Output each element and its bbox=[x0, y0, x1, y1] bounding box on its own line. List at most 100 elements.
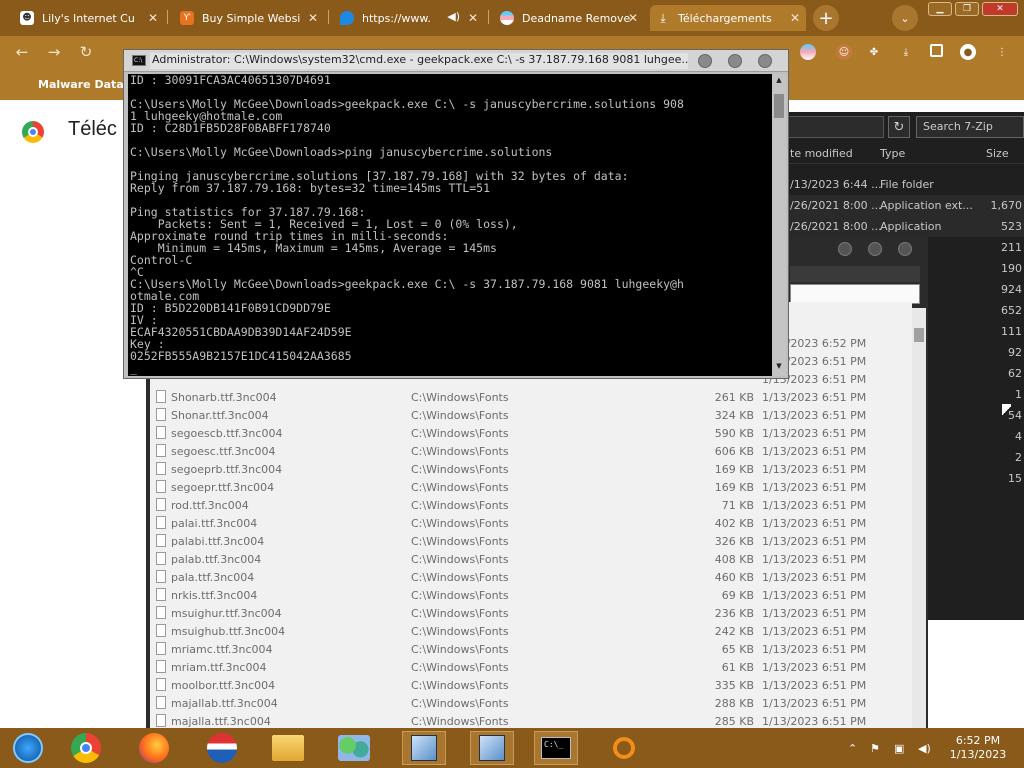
search-field[interactable]: Search 7-Zip bbox=[916, 116, 1024, 138]
network-people-icon[interactable] bbox=[332, 731, 376, 765]
tab-search-button[interactable]: ⌄ bbox=[892, 5, 918, 31]
date-cell: 1/13/2023 6:51 PM bbox=[762, 481, 867, 494]
installer-icon[interactable] bbox=[402, 731, 446, 765]
file-icon bbox=[156, 534, 166, 547]
address-bar[interactable] bbox=[790, 266, 920, 282]
col-type[interactable]: Type bbox=[880, 147, 905, 160]
file-row[interactable]: palabi.ttf.3nc004 C:\Windows\Fonts 326 KB 1… bbox=[150, 532, 912, 550]
close-button[interactable] bbox=[898, 242, 912, 256]
close-icon[interactable]: ✕ bbox=[148, 11, 158, 25]
forward-button[interactable]: → bbox=[44, 42, 64, 62]
file-row[interactable]: segoesc.ttf.3nc004 C:\Windows\Fonts 606 KB… bbox=[150, 442, 912, 460]
file-row[interactable]: segoepr.ttf.3nc004 C:\Windows\Fonts 169 KB… bbox=[150, 478, 912, 496]
cmd-icon[interactable]: C:\_ bbox=[534, 731, 578, 765]
file-row[interactable]: Shonar.ttf.3nc004 C:\Windows\Fonts 324 KB 1… bbox=[150, 406, 912, 424]
window-title: Administrator: C:\Windows\system32\cmd.e… bbox=[150, 53, 688, 69]
console-output[interactable]: ID : 30091FCA3AC40651307D4691 C:\Users\Mo… bbox=[128, 74, 772, 376]
search-input[interactable] bbox=[790, 284, 920, 304]
col-size[interactable]: Size bbox=[986, 147, 1009, 160]
file-row[interactable]: majallab.ttf.3nc004 C:\Windows\Fonts 288 K… bbox=[150, 694, 912, 712]
file-icon bbox=[156, 516, 166, 529]
close-button[interactable] bbox=[758, 54, 772, 68]
tab-0[interactable]: ☻ Lily's Internet Cu ✕ bbox=[14, 5, 164, 31]
file-row[interactable]: segoescb.ttf.3nc004 C:\Windows\Fonts 590 K… bbox=[150, 424, 912, 442]
date-cell: 1/13/2023 6:51 PM bbox=[762, 661, 867, 674]
col-modified[interactable]: te modified bbox=[790, 147, 853, 160]
minimize-button[interactable]: ▁ bbox=[928, 2, 952, 16]
download-icon[interactable]: ⤓ bbox=[898, 44, 914, 60]
tab-4[interactable]: ⤓ Téléchargements ✕ bbox=[650, 5, 806, 31]
back-button[interactable]: ← bbox=[12, 42, 32, 62]
system-clock[interactable]: 6:52 PM 1/13/2023 bbox=[948, 734, 1008, 762]
new-tab-button[interactable]: + bbox=[813, 5, 839, 31]
close-window-button[interactable]: ✕ bbox=[982, 2, 1018, 16]
file-row[interactable]: nrkis.ttf.3nc004 C:\Windows\Fonts 69 KB 1/1… bbox=[150, 586, 912, 604]
size-cell: 606 KB bbox=[714, 445, 754, 458]
console-line: ID : B5D220DB141F0B91CD9DD79E bbox=[130, 301, 331, 315]
tab-title: Buy Simple Websi bbox=[202, 11, 301, 25]
date-cell: 1/13/2023 6:51 PM bbox=[762, 571, 867, 584]
extensions-icon[interactable]: ✤ bbox=[866, 44, 882, 60]
file-row[interactable]: /13/2023 6:44 ... File folder bbox=[780, 174, 1024, 195]
name-cell: Shonar.ttf.3nc004 bbox=[171, 409, 269, 422]
close-icon[interactable]: ✕ bbox=[628, 11, 638, 25]
explorer-folder-icon[interactable] bbox=[266, 731, 310, 765]
menu-icon[interactable]: ⋮ bbox=[994, 44, 1010, 60]
window-titlebar[interactable]: C:\ Administrator: C:\Windows\system32\c… bbox=[124, 50, 788, 72]
close-icon[interactable]: ✕ bbox=[468, 11, 478, 25]
sidebar-icon[interactable] bbox=[930, 44, 943, 57]
file-row[interactable]: palab.ttf.3nc004 C:\Windows\Fonts 408 KB 1/… bbox=[150, 550, 912, 568]
scroll-down-icon[interactable]: ▼ bbox=[774, 362, 784, 374]
media-center-icon[interactable] bbox=[6, 731, 50, 765]
file-row[interactable]: pala.ttf.3nc004 C:\Windows\Fonts 460 KB 1/1… bbox=[150, 568, 912, 586]
tab-2[interactable]: https://www. ◀) ✕ bbox=[334, 5, 484, 31]
magnifier-icon[interactable] bbox=[602, 731, 646, 765]
close-icon[interactable]: ✕ bbox=[790, 11, 800, 25]
file-row[interactable]: palai.ttf.3nc004 C:\Windows\Fonts 402 KB 1/… bbox=[150, 514, 912, 532]
avatar[interactable]: ☺ bbox=[836, 44, 852, 60]
trans-flag-icon[interactable] bbox=[800, 44, 816, 60]
file-row[interactable]: msuighur.ttf.3nc004 C:\Windows\Fonts 236 K… bbox=[150, 604, 912, 622]
type-cell: Application ext... bbox=[880, 199, 973, 212]
scrollbar[interactable] bbox=[912, 308, 926, 732]
speaker-icon[interactable]: ◀) bbox=[447, 10, 460, 23]
scroll-up-icon[interactable]: ▲ bbox=[774, 76, 784, 88]
date-cell: 1/13/2023 6:51 PM bbox=[762, 499, 867, 512]
file-row[interactable]: /26/2021 8:00 ... Application 523 bbox=[780, 216, 1024, 237]
msn-icon[interactable] bbox=[200, 731, 244, 765]
volume-icon[interactable]: ◀) bbox=[918, 742, 931, 755]
close-icon[interactable]: ✕ bbox=[308, 11, 318, 25]
tab-3[interactable]: Deadname Remove ✕ bbox=[494, 5, 644, 31]
file-row[interactable]: segoeprb.ttf.3nc004 C:\Windows\Fonts 169 K… bbox=[150, 460, 912, 478]
address-bar[interactable] bbox=[780, 116, 884, 138]
file-row[interactable]: msuighub.ttf.3nc004 C:\Windows\Fonts 242 K… bbox=[150, 622, 912, 640]
refresh-icon[interactable]: ↻ bbox=[888, 116, 910, 138]
file-row[interactable]: /26/2021 8:00 ... Application ext... 1,670 bbox=[780, 195, 1024, 216]
date-cell: 1/13/2023 6:51 PM bbox=[762, 589, 867, 602]
tab-1[interactable]: Ƴ Buy Simple Websi ✕ bbox=[174, 5, 324, 31]
chrome-icon[interactable] bbox=[64, 731, 108, 765]
name-cell: mriamc.ttf.3nc004 bbox=[171, 643, 273, 656]
file-row[interactable]: moolbor.ttf.3nc004 C:\Windows\Fonts 335 KB… bbox=[150, 676, 912, 694]
maximize-button[interactable] bbox=[868, 242, 882, 256]
scrollbar[interactable]: ▲ ▼ bbox=[772, 74, 786, 376]
minimize-button[interactable] bbox=[698, 54, 712, 68]
file-row[interactable]: rod.ttf.3nc004 C:\Windows\Fonts 71 KB 1/13/… bbox=[150, 496, 912, 514]
date-cell: 1/13/2023 6:51 PM bbox=[762, 715, 867, 728]
minimize-button[interactable] bbox=[838, 242, 852, 256]
scroll-thumb[interactable] bbox=[774, 94, 784, 118]
reload-button[interactable]: ↻ bbox=[76, 42, 96, 62]
profile-icon[interactable]: ● bbox=[960, 44, 976, 60]
installer-icon[interactable] bbox=[470, 731, 514, 765]
size-cell: 2 bbox=[1015, 451, 1022, 464]
flag-icon[interactable]: ⚑ bbox=[870, 742, 880, 755]
date-cell: 1/13/2023 6:51 PM bbox=[762, 697, 867, 710]
file-row[interactable]: mriamc.ttf.3nc004 C:\Windows\Fonts 65 KB 1/… bbox=[150, 640, 912, 658]
network-icon[interactable]: ▣ bbox=[894, 742, 904, 755]
maximize-button[interactable]: ❐ bbox=[955, 2, 979, 16]
file-row[interactable]: mriam.ttf.3nc004 C:\Windows\Fonts 61 KB 1/1… bbox=[150, 658, 912, 676]
chevron-up-icon[interactable]: ⌃ bbox=[848, 742, 857, 755]
file-row[interactable]: Shonarb.ttf.3nc004 C:\Windows\Fonts 261 KB… bbox=[150, 388, 912, 406]
maximize-button[interactable] bbox=[728, 54, 742, 68]
firefox-icon[interactable] bbox=[132, 731, 176, 765]
